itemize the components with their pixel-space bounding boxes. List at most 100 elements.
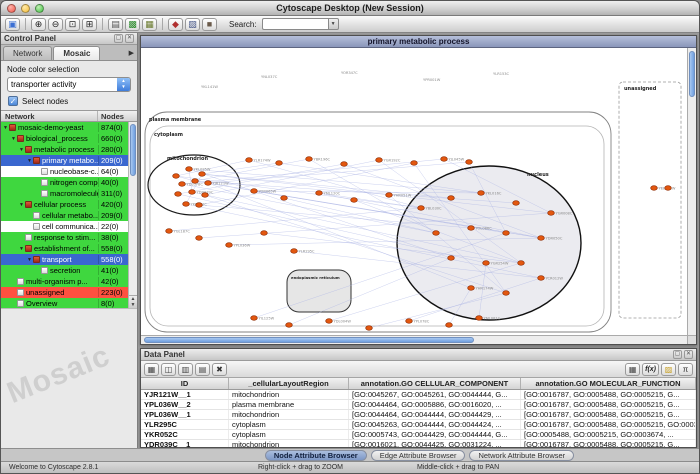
network-node[interactable] xyxy=(316,191,323,196)
network-node[interactable] xyxy=(503,291,510,296)
network-node[interactable] xyxy=(286,323,293,328)
tree-column-nodes[interactable]: Nodes xyxy=(98,111,137,121)
network-node[interactable] xyxy=(246,158,253,163)
tree-row-metabolic-process[interactable]: ▼metabolic process280(0) xyxy=(1,144,128,155)
tree-row-unassigned[interactable]: unassigned223(0) xyxy=(1,287,128,298)
expand-icon[interactable]: ▼ xyxy=(2,125,9,131)
table-cell[interactable]: YPL036W__1 xyxy=(141,410,229,419)
table-row[interactable]: YKR052Ccytoplasm[GO:0005743, GO:0044429,… xyxy=(141,430,696,440)
plugin-icon[interactable]: ■ xyxy=(202,18,217,31)
formula-builder-button[interactable]: f(x) xyxy=(642,363,659,376)
table-cell[interactable]: YDR039C__1 xyxy=(141,440,229,447)
tree-scrollbar-thumb[interactable] xyxy=(130,124,136,176)
table-cell[interactable]: [GO:0045263, GO:0044444, GO:0044424, ... xyxy=(349,420,521,429)
import-table-icon[interactable]: ▨ xyxy=(661,363,676,376)
network-canvas[interactable]: plasma membranecytoplasmmitochondrionnuc… xyxy=(141,48,687,335)
tree-row-cellular-process[interactable]: ▼cellular process420(0) xyxy=(1,199,128,210)
network-node[interactable] xyxy=(306,157,313,162)
network-edge[interactable] xyxy=(249,160,421,208)
table-cell[interactable]: [GO:0016787, GO:0005488, GO:0005215, G..… xyxy=(521,410,696,419)
expand-icon[interactable]: ▼ xyxy=(10,136,17,142)
network-node[interactable] xyxy=(189,190,196,195)
tree-row-nitrogen-compo[interactable]: nitrogen compo...40(0) xyxy=(1,177,128,188)
pi-icon[interactable]: π xyxy=(678,363,693,376)
network-vscroll-thumb[interactable] xyxy=(689,51,695,97)
float-panel-icon[interactable]: ▢ xyxy=(114,34,123,43)
network-node[interactable] xyxy=(281,196,288,201)
tree-row-mosaic-demo-yeast[interactable]: ▼mosaic-demo-yeast874(0) xyxy=(1,122,128,133)
network-node[interactable] xyxy=(192,179,199,184)
network-node[interactable] xyxy=(448,196,455,201)
network-node[interactable] xyxy=(251,189,258,194)
tab-mosaic[interactable]: Mosaic xyxy=(53,46,100,60)
network-node[interactable] xyxy=(411,161,418,166)
column-header-annotation-go-cellular-component[interactable]: annotation.GO CELLULAR_COMPONENT xyxy=(349,378,521,389)
network-node[interactable] xyxy=(175,192,182,197)
tab-network-attribute-browser[interactable]: Network Attribute Browser xyxy=(469,450,574,461)
network-node[interactable] xyxy=(446,323,453,328)
table-cell[interactable]: [GO:0044464, GO:0005886, GO:0016020, ... xyxy=(349,400,521,409)
network-node[interactable] xyxy=(196,203,203,208)
tab-scroll-right-icon[interactable]: ▶ xyxy=(129,49,136,60)
column-header-annotation-go-molecular-function[interactable]: annotation.GO MOLECULAR_FUNCTION xyxy=(521,378,696,389)
network-node[interactable] xyxy=(441,157,448,162)
network-horizontal-scrollbar[interactable] xyxy=(141,335,687,344)
network-node[interactable] xyxy=(418,206,425,211)
console-icon[interactable]: ▣ xyxy=(5,18,20,31)
network-node[interactable] xyxy=(173,174,180,179)
new-network-icon[interactable]: ▩ xyxy=(125,18,140,31)
network-node[interactable] xyxy=(341,162,348,167)
delete-attribute-icon[interactable]: ✖ xyxy=(212,363,227,376)
column-header-id[interactable]: ID xyxy=(141,378,229,389)
table-cell[interactable]: YKR052C xyxy=(141,430,229,439)
table-row[interactable]: YPL036W__1mitochondrion[GO:0044464, GO:0… xyxy=(141,410,696,420)
attribute-grid-icon[interactable]: ▦ xyxy=(144,363,159,376)
tree-scrollbar[interactable]: ▲ ▼ xyxy=(128,122,137,308)
network-node[interactable] xyxy=(548,211,555,216)
network-node[interactable] xyxy=(351,198,358,203)
network-node[interactable] xyxy=(326,319,333,324)
network-node[interactable] xyxy=(196,236,203,241)
network-node[interactable] xyxy=(291,249,298,254)
tree-row-cell-communica[interactable]: cell communica...22(0) xyxy=(1,221,128,232)
close-panel-icon[interactable]: ✕ xyxy=(684,350,693,359)
network-edge[interactable] xyxy=(199,163,414,205)
table-cell[interactable]: [GO:0044464, GO:0044444, GO:0044429, ... xyxy=(349,410,521,419)
table-cell[interactable]: [GO:0016787, GO:0005488, GO:0005215, G..… xyxy=(521,440,696,447)
table-cell[interactable]: YJR121W__1 xyxy=(141,390,229,399)
node-color-dropdown[interactable]: transporter activity ▲▼ xyxy=(7,77,131,92)
table-cell[interactable]: mitochondrion xyxy=(229,410,349,419)
network-node[interactable] xyxy=(503,231,510,236)
import-network-icon[interactable]: ▦ xyxy=(142,18,157,31)
table-row[interactable]: YJR121W__1mitochondrion[GO:0045267, GO:0… xyxy=(141,390,696,400)
network-node[interactable] xyxy=(513,201,520,206)
network-node[interactable] xyxy=(468,286,475,291)
annotation-icon[interactable]: ▨ xyxy=(185,18,200,31)
dropdown-arrows-icon[interactable]: ▲▼ xyxy=(117,78,130,91)
network-node[interactable] xyxy=(538,276,545,281)
network-node[interactable] xyxy=(468,226,475,231)
expand-icon[interactable]: ▼ xyxy=(18,246,25,252)
tree-column-network[interactable]: Network xyxy=(1,111,98,121)
network-node[interactable] xyxy=(226,243,233,248)
network-node[interactable] xyxy=(483,261,490,266)
network-node[interactable] xyxy=(183,202,190,207)
table-cell[interactable]: plasma membrane xyxy=(229,400,349,409)
network-node[interactable] xyxy=(186,167,193,172)
tree-row-primary-metabo[interactable]: ▼primary metabo...209(0) xyxy=(1,155,128,166)
network-node[interactable] xyxy=(199,172,206,177)
tree-row-multi-organism-p[interactable]: multi-organism p...42(0) xyxy=(1,276,128,287)
network-node[interactable] xyxy=(433,231,440,236)
expand-icon[interactable]: ▼ xyxy=(26,158,33,164)
table-row[interactable]: YLR295Ccytoplasm[GO:0045263, GO:0044444,… xyxy=(141,420,696,430)
network-node[interactable] xyxy=(476,316,483,321)
tab-network[interactable]: Network xyxy=(3,46,52,60)
network-node[interactable] xyxy=(665,186,672,191)
zoom-in-icon[interactable]: ⊕ xyxy=(31,18,46,31)
network-node[interactable] xyxy=(478,191,485,196)
close-window-button[interactable] xyxy=(7,4,16,13)
tab-node-attribute-browser[interactable]: Node Attribute Browser xyxy=(265,450,367,461)
zoom-out-icon[interactable]: ⊖ xyxy=(48,18,63,31)
zoom-fit-icon[interactable]: ⊞ xyxy=(82,18,97,31)
tree-row-biological-process[interactable]: ▼biological_process660(0) xyxy=(1,133,128,144)
